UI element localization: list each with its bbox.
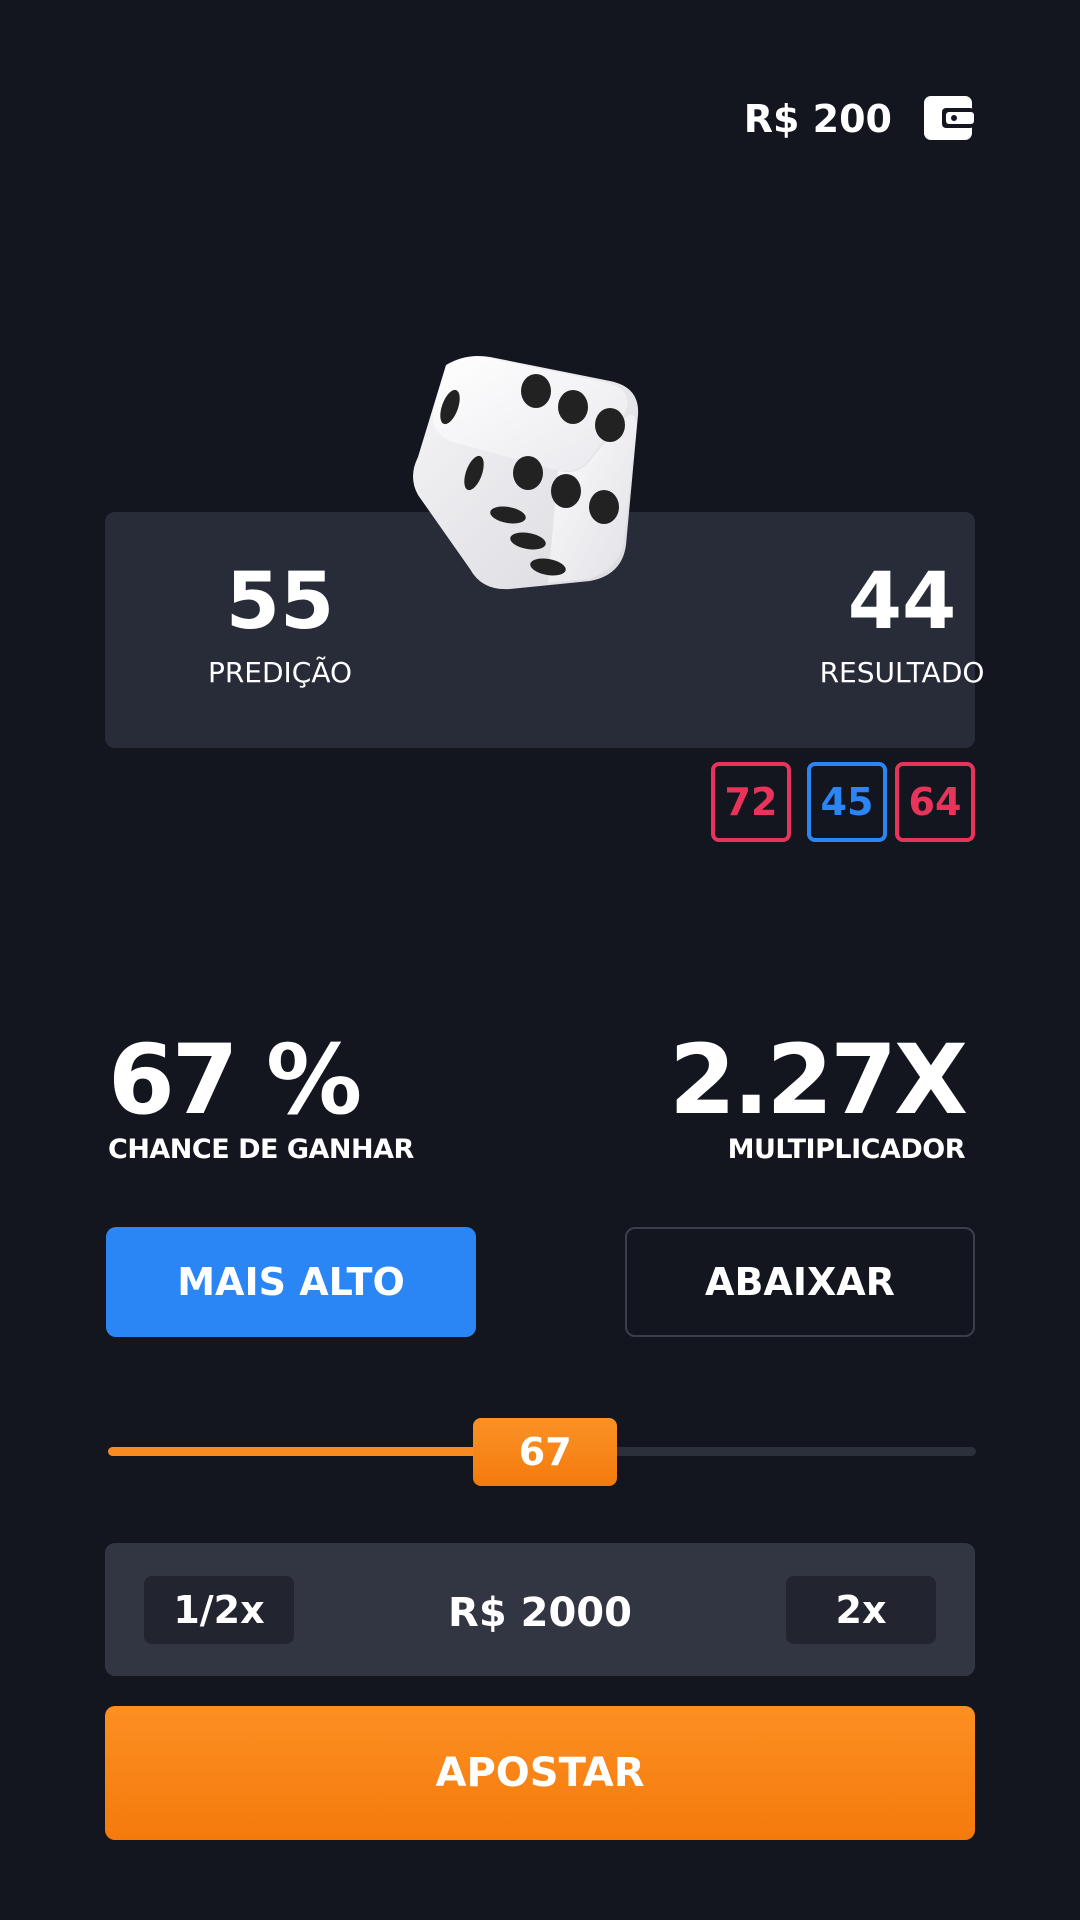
win-chance: 67 % CHANCE DE GANHAR [108, 1030, 414, 1168]
history-chip: 64 [895, 762, 975, 842]
multiplier-value: 2.27X [669, 1024, 968, 1136]
history-chip: 72 [711, 762, 791, 842]
bet-button[interactable]: APOSTAR [105, 1706, 975, 1840]
prediction-stat: 55 PREDIÇÃO [130, 557, 430, 693]
chance-slider-thumb[interactable]: 67 [473, 1418, 618, 1486]
bet-amount-panel: 1/2x R$ 2000 2x [105, 1543, 975, 1676]
multiplier: 2.27X MULTIPLICADOR [669, 1024, 968, 1168]
higher-button[interactable]: MAIS ALTO [106, 1227, 476, 1337]
lower-button[interactable]: ABAIXAR [625, 1227, 975, 1337]
history-chip: 45 [807, 762, 887, 842]
result-stat: 44 RESULTADO [752, 557, 1052, 693]
chance-slider-fill [108, 1447, 482, 1456]
win-chance-label: CHANCE DE GANHAR [108, 1134, 414, 1165]
wallet-icon[interactable] [922, 92, 974, 144]
win-chance-value: 67 % [108, 1024, 362, 1136]
prediction-label: PREDIÇÃO [207, 656, 353, 689]
roll-history: 72 45 64 [711, 762, 975, 842]
prediction-value: 55 [225, 557, 335, 647]
dice-icon [410, 345, 680, 595]
balance-amount: R$ 200 [743, 97, 892, 141]
multiplier-label: MULTIPLICADOR [727, 1134, 966, 1165]
result-label: RESULTADO [819, 656, 985, 689]
result-value: 44 [847, 557, 957, 647]
double-bet-button[interactable]: 2x [786, 1576, 936, 1644]
